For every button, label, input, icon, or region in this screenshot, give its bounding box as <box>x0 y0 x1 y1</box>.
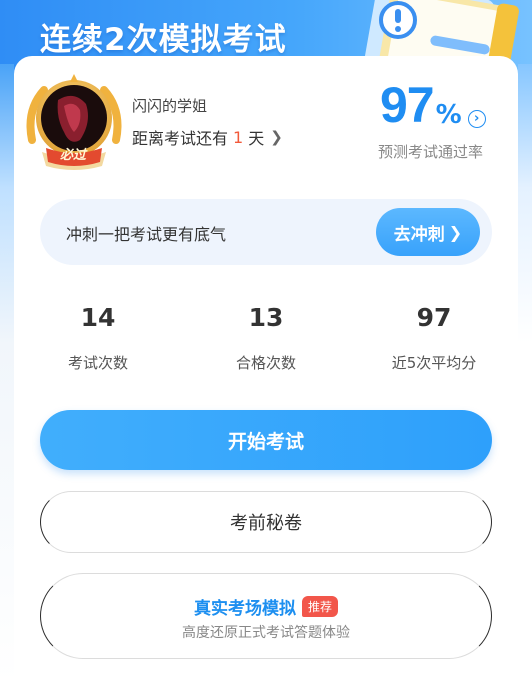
pass-rate-value: 97 <box>380 77 435 133</box>
simulation-subtitle: 高度还原正式考试答题体验 <box>182 625 350 641</box>
sprint-text: 冲刺一把考试更有底气 <box>66 225 227 244</box>
pass-rate-unit: % <box>435 100 462 130</box>
left-edge-decoration <box>0 64 14 679</box>
pass-rate-label: 预测考试通过率 <box>378 143 484 161</box>
avatar-badge-text: 必过 <box>60 148 87 163</box>
stat-label: 近5次平均分 <box>391 354 477 372</box>
sprint-button[interactable]: 去冲刺 ❯ <box>376 208 480 256</box>
chevron-right-icon: ❯ <box>448 222 463 242</box>
pass-rate: 97 % › <box>380 76 486 134</box>
banner-title: 连续2次模拟考试 <box>40 22 287 58</box>
stat-pass-count: 13 合格次数 <box>191 296 341 373</box>
real-exam-simulation-button[interactable]: 真实考场模拟 推荐 高度还原正式考试答题体验 <box>40 573 492 659</box>
chevron-circle-right-icon[interactable]: › <box>467 110 486 128</box>
exam-countdown[interactable]: 距离考试还有 1 天 ❯ <box>132 125 283 149</box>
simulation-title-row: 真实考场模拟 推荐 <box>41 594 491 619</box>
recommend-badge: 推荐 <box>301 596 338 617</box>
chevron-right-icon: ❯ <box>270 128 283 146</box>
stat-label: 合格次数 <box>235 354 296 372</box>
sprint-button-label: 去冲刺 <box>393 224 445 245</box>
countdown-prefix: 距离考试还有 <box>132 129 229 148</box>
start-exam-button[interactable]: 开始考试 <box>40 410 492 470</box>
stat-value: 97 <box>416 303 452 332</box>
stat-average-score: 97 近5次平均分 <box>359 296 509 373</box>
stat-value: 13 <box>248 303 284 332</box>
avatar[interactable]: 必过 <box>22 70 126 174</box>
countdown-days: 1 <box>233 127 244 147</box>
sprint-banner: 冲刺一把考试更有底气 去冲刺 ❯ <box>40 199 492 265</box>
stat-value: 14 <box>80 303 116 332</box>
pre-exam-secret-paper-button[interactable]: 考前秘卷 <box>40 491 492 553</box>
right-edge-decoration <box>518 64 532 679</box>
stat-label: 考试次数 <box>67 354 128 372</box>
countdown-suffix: 天 <box>248 129 265 148</box>
username: 闪闪的学姐 <box>132 97 208 115</box>
exam-stats: 14 考试次数 13 合格次数 97 近5次平均分 <box>40 296 492 386</box>
stat-exam-count: 14 考试次数 <box>23 296 173 373</box>
simulation-title: 真实考场模拟 <box>193 599 296 619</box>
